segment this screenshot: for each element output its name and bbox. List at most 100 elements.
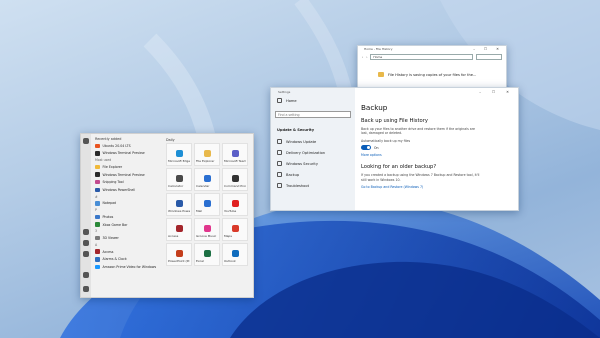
tile-icon	[175, 250, 183, 257]
app-icon	[95, 257, 100, 262]
pictures-icon[interactable]	[83, 251, 89, 257]
tile-icon	[231, 200, 239, 207]
app-tile[interactable]: Access	[166, 218, 192, 241]
app-list-item[interactable]: Ubuntu 20.04 LTS	[95, 142, 162, 150]
app-list-item[interactable]: Amazon Prime Video for Windows	[95, 263, 162, 271]
user-icon[interactable]	[83, 229, 89, 235]
app-list-item[interactable]: 3D Viewer	[95, 234, 162, 242]
forward-icon[interactable]: ›	[366, 55, 367, 59]
start-menu: Recently added Ubuntu 20.04 LTS Windows T…	[80, 133, 254, 298]
window-controls[interactable]: – ☐ ✕	[473, 46, 503, 52]
wrench-icon	[277, 183, 282, 188]
tile-label: PowerPoint (Preview)	[168, 259, 190, 263]
auto-backup-label: Automatically back up my files	[361, 138, 411, 143]
tile-label: Calendar	[196, 184, 210, 188]
find-setting-input[interactable]: Find a setting	[275, 111, 351, 118]
hamburger-icon[interactable]	[83, 138, 89, 144]
tiles-area: Daily Microsoft Edge File Explorer Microso…	[166, 137, 252, 266]
nav-windows-update[interactable]: Windows Update	[271, 136, 355, 147]
app-list-item[interactable]: Windows PowerShell	[95, 186, 162, 194]
app-tile[interactable]: Groove Music	[194, 218, 220, 241]
app-tile[interactable]: Outlook	[222, 243, 248, 266]
app-tile[interactable]: Windows PowerShell	[166, 193, 192, 216]
app-list-item[interactable]: File Explorer	[95, 163, 162, 171]
app-label: Windows PowerShell	[102, 187, 136, 192]
settings-title: Settings	[278, 90, 291, 94]
app-tile[interactable]: Maps	[222, 218, 248, 241]
app-label: Windows Terminal Preview	[102, 151, 145, 156]
app-label: Photos	[102, 214, 114, 219]
auto-backup-toggle[interactable]: On	[361, 145, 518, 151]
app-icon	[95, 201, 100, 206]
tile-label: Mail	[196, 209, 203, 213]
back-icon[interactable]: ‹	[362, 55, 363, 59]
tile-icon	[231, 175, 239, 182]
app-tile[interactable]: Microsoft Teams	[222, 143, 248, 166]
app-label: Alarms & Clock	[102, 257, 127, 262]
tile-icon	[175, 200, 183, 207]
toggle-switch[interactable]	[361, 145, 371, 151]
tile-label: Calculator	[168, 184, 184, 188]
window-controls[interactable]: – ☐ ✕	[479, 90, 514, 94]
app-tile[interactable]: Calculator	[166, 168, 192, 191]
app-list-item[interactable]: Xbox Game Bar	[95, 221, 162, 229]
app-list-item[interactable]: Photos	[95, 213, 162, 221]
app-icon	[95, 172, 100, 177]
file-history-message: File History is saving copies of your fi…	[378, 72, 506, 77]
search-input[interactable]	[476, 54, 502, 60]
app-list-item[interactable]: Access	[95, 248, 162, 256]
more-options-link[interactable]: More options	[361, 153, 518, 157]
section-title: Update & Security	[277, 128, 315, 132]
nav-label: Troubleshoot	[286, 183, 309, 188]
tile-label: Outlook	[224, 259, 236, 263]
nav-home-label: Home	[286, 98, 297, 103]
tile-icon	[175, 225, 183, 232]
documents-icon[interactable]	[83, 240, 89, 246]
address-bar: ‹ › Home	[362, 54, 502, 60]
start-rail	[81, 134, 91, 297]
app-icon	[95, 222, 100, 227]
app-label: Xbox Game Bar	[102, 222, 128, 227]
nav-troubleshoot[interactable]: Troubleshoot	[271, 180, 355, 191]
app-tile[interactable]: Mail	[194, 193, 220, 216]
home-icon	[277, 98, 282, 103]
restore-link[interactable]: Go to Backup and Restore (Windows 7)	[361, 185, 518, 189]
app-tile[interactable]: YouTube	[222, 193, 248, 216]
tile-icon	[175, 175, 183, 182]
app-tile[interactable]: Command Prompt	[222, 168, 248, 191]
app-icon	[95, 143, 100, 149]
nav-backup[interactable]: Backup	[271, 169, 355, 180]
nav-windows-security[interactable]: Windows Security	[271, 158, 355, 169]
tile-label: Maps	[224, 234, 232, 238]
settings-content: – ☐ ✕ Backup Back up using File History …	[361, 88, 518, 210]
app-tile[interactable]: Excel	[194, 243, 220, 266]
tile-icon	[203, 200, 211, 207]
nav-home[interactable]: Home	[271, 95, 355, 106]
delivery-icon	[277, 150, 282, 155]
app-icon	[95, 187, 100, 193]
tile-icon	[203, 175, 211, 182]
tile-label: YouTube	[224, 209, 237, 213]
app-list-item[interactable]: Snipping Tool	[95, 178, 162, 186]
app-list-item[interactable]: Notepad	[95, 200, 162, 208]
nav-delivery-optimization[interactable]: Delivery Optimization	[271, 147, 355, 158]
app-list-item[interactable]: Windows Terminal Preview	[95, 171, 162, 179]
tile-icon	[203, 150, 211, 157]
tile-label: Command Prompt	[224, 184, 246, 188]
section-heading: Back up using File History	[361, 118, 428, 124]
address-input[interactable]: Home	[370, 54, 473, 60]
description: Back up your files to another drive and …	[361, 127, 475, 136]
app-tile[interactable]: PowerPoint (Preview)	[166, 243, 192, 266]
app-tile[interactable]: Calendar	[194, 168, 220, 191]
app-list-item[interactable]: Windows Terminal Preview	[95, 150, 162, 158]
settings-icon[interactable]	[83, 272, 89, 278]
power-icon[interactable]	[83, 286, 89, 292]
app-icon	[95, 214, 100, 220]
app-tile[interactable]: File Explorer	[194, 143, 220, 166]
settings-window: Settings Home Find a setting Update & Se…	[270, 87, 519, 211]
tile-label: File Explorer	[196, 159, 215, 163]
app-list-item[interactable]: Alarms & Clock	[95, 256, 162, 264]
app-label: File Explorer	[102, 164, 123, 169]
app-tile[interactable]: Microsoft Edge	[166, 143, 192, 166]
tile-icon	[231, 150, 239, 157]
